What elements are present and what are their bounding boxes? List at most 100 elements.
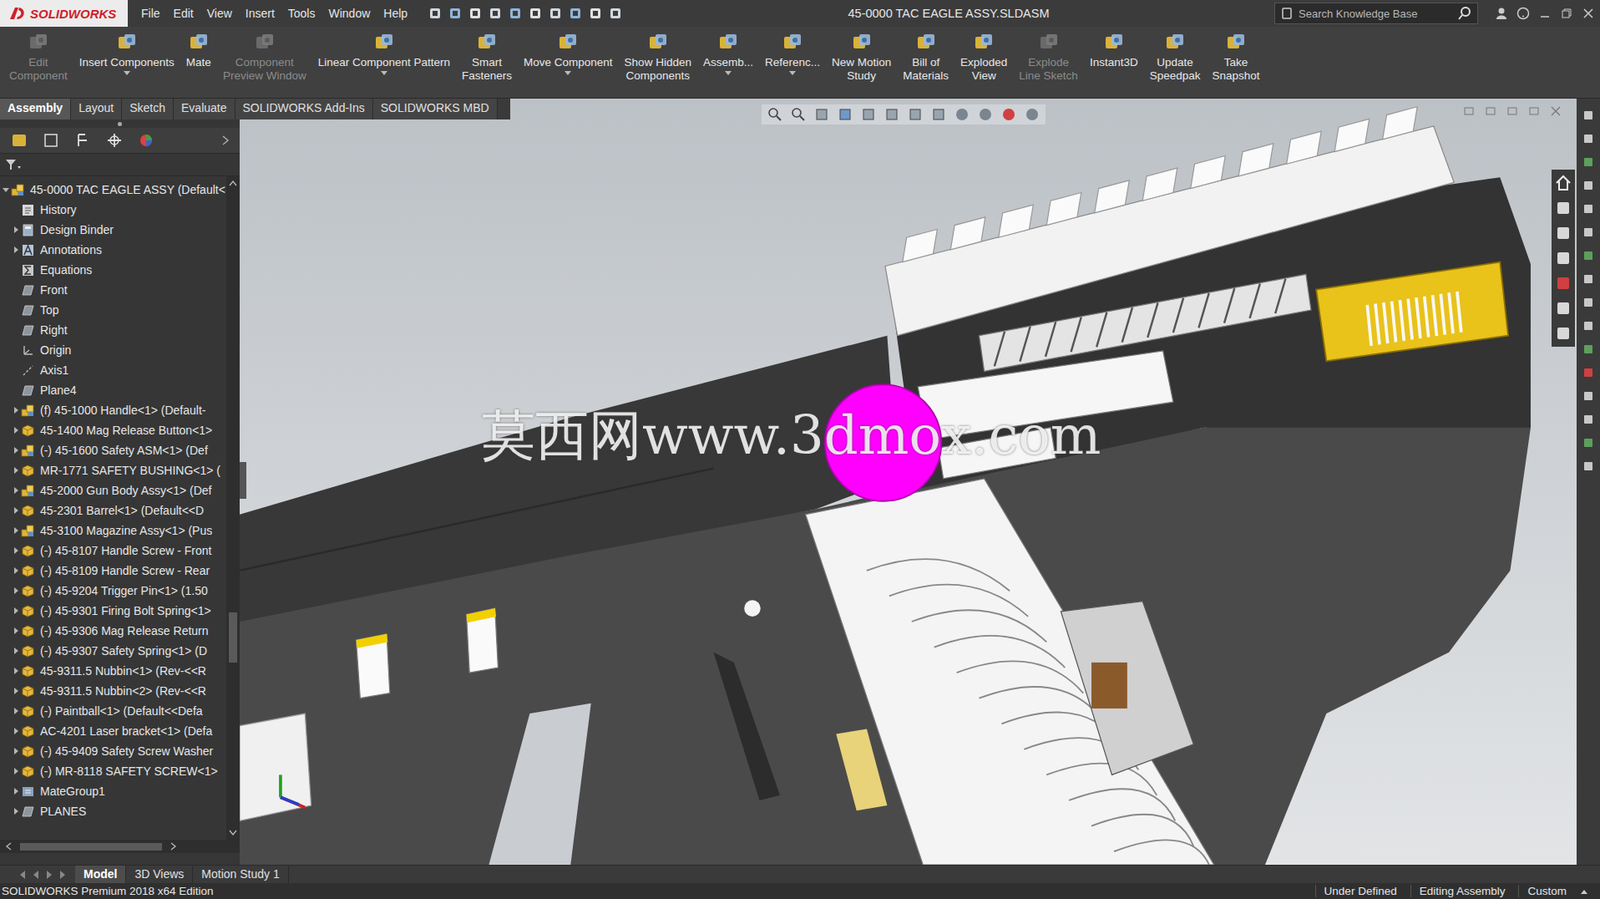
expand-arrow-icon[interactable]: [11, 586, 21, 595]
side-tool-icon[interactable]: [1581, 178, 1595, 193]
expand-arrow-icon[interactable]: [11, 806, 21, 816]
quick-access-icon[interactable]: [567, 5, 583, 21]
task-pane-icon[interactable]: [1553, 273, 1574, 294]
command-button[interactable]: Insert Components: [73, 26, 181, 98]
status-item[interactable]: Editing Assembly: [1410, 884, 1514, 897]
quick-access-icon[interactable]: [527, 5, 543, 21]
tree-item[interactable]: (-) 45-9306 Mag Release Return: [0, 620, 227, 641]
view-tool-icon[interactable]: [766, 106, 784, 123]
side-tool-icon[interactable]: [1581, 248, 1595, 263]
dimxpert-tab-icon[interactable]: [105, 131, 124, 149]
feature-tab-icon[interactable]: [10, 131, 29, 149]
tree-item[interactable]: (-) 45-8109 Handle Screw - Rear: [0, 560, 227, 581]
tree-item[interactable]: Front: [0, 279, 227, 300]
side-tool-icon[interactable]: [1581, 342, 1595, 356]
command-button[interactable]: TakeSnapshot: [1205, 26, 1266, 98]
expand-arrow-icon[interactable]: [11, 626, 21, 635]
view-tool-icon[interactable]: [977, 106, 994, 123]
task-pane-icon[interactable]: [1553, 248, 1574, 269]
side-tool-icon[interactable]: [1581, 225, 1595, 239]
viewport-control-icon[interactable]: [1506, 105, 1519, 117]
tree-item[interactable]: History: [0, 199, 227, 220]
side-tool-icon[interactable]: [1581, 459, 1595, 473]
tree-item[interactable]: PLANES: [0, 800, 227, 821]
expand-arrow-icon[interactable]: [11, 445, 21, 455]
viewport-control-icon[interactable]: [1463, 105, 1475, 117]
expand-arrow-icon[interactable]: [11, 245, 21, 254]
tab-nav-arrow-icon[interactable]: [43, 868, 56, 881]
view-tool-icon[interactable]: [813, 106, 831, 123]
tree-item[interactable]: (-) 45-9204 Trigger Pin<1> (1.50: [0, 580, 227, 601]
filter-icon[interactable]: [5, 157, 22, 172]
expand-arrow-icon[interactable]: [11, 726, 21, 735]
expand-arrow-icon[interactable]: [11, 566, 21, 575]
tree-item[interactable]: Origin: [0, 339, 227, 360]
tree-item[interactable]: Equations: [0, 259, 227, 280]
tree-item[interactable]: 45-9311.5 Nubbin<2> (Rev-<<R: [0, 680, 227, 701]
tree-item[interactable]: Annotations: [0, 239, 227, 260]
tree-item[interactable]: 45-2301 Barrel<1> (Default<<D: [0, 500, 227, 521]
tree-item[interactable]: (-) 45-1600 Safety ASM<1> (Def: [0, 440, 227, 461]
menu-item[interactable]: Window: [328, 6, 370, 21]
tree-item[interactable]: Top: [0, 299, 227, 320]
menu-item[interactable]: Help: [383, 6, 408, 21]
tree-item[interactable]: 45-1400 Mag Release Button<1>: [0, 420, 227, 441]
command-button[interactable]: Move Component: [517, 26, 619, 98]
command-button[interactable]: Referenc...: [759, 26, 826, 98]
tree-item[interactable]: Right: [0, 319, 227, 340]
menu-item[interactable]: Edit: [173, 6, 194, 21]
dropdown-arrow-icon[interactable]: [123, 70, 131, 76]
view-tool-icon[interactable]: [836, 106, 854, 123]
expand-arrow-icon[interactable]: [11, 766, 21, 775]
side-tool-icon[interactable]: [1581, 435, 1595, 450]
side-tool-icon[interactable]: [1581, 389, 1595, 403]
tree-item[interactable]: Design Binder: [0, 219, 227, 240]
tab-nav-arrow-icon[interactable]: [56, 868, 69, 881]
assembly-model[interactable]: [239, 98, 1577, 865]
expand-arrow-icon[interactable]: [11, 706, 21, 715]
dropdown-arrow-icon[interactable]: [564, 70, 572, 76]
tree-item[interactable]: (-) 45-8107 Handle Screw - Front: [0, 540, 227, 561]
expand-arrow-icon[interactable]: [11, 465, 21, 475]
viewport-control-icon[interactable]: [1528, 105, 1540, 117]
side-tool-icon[interactable]: [1581, 318, 1595, 333]
side-tool-icon[interactable]: [1581, 155, 1595, 169]
command-button[interactable]: UpdateSpeedpak: [1144, 26, 1207, 98]
menu-item[interactable]: View: [207, 6, 233, 21]
command-tab[interactable]: SOLIDWORKS MBD: [373, 98, 498, 120]
expand-arrow-icon[interactable]: [11, 526, 21, 535]
search-icon[interactable]: [1457, 5, 1473, 21]
task-pane-icon[interactable]: [1553, 197, 1574, 218]
command-button[interactable]: Instant3D: [1083, 26, 1145, 98]
scroll-up-icon[interactable]: [228, 179, 238, 187]
side-tool-icon[interactable]: [1581, 202, 1595, 216]
side-tool-icon[interactable]: [1581, 412, 1595, 426]
task-pane-icon[interactable]: [1553, 172, 1574, 193]
viewport-control-icon[interactable]: [1549, 105, 1562, 117]
side-tool-icon[interactable]: [1581, 272, 1595, 286]
tree-item[interactable]: AC-4201 Laser bracket<1> (Defa: [0, 720, 227, 741]
view-tool-icon[interactable]: [953, 106, 971, 123]
tree-item[interactable]: (-) 45-9301 Firing Bolt Spring<1>: [0, 600, 227, 621]
expand-arrow-icon[interactable]: [11, 405, 21, 415]
quick-access-icon[interactable]: [487, 5, 503, 21]
view-tool-icon[interactable]: [930, 106, 947, 123]
expand-arrow-icon[interactable]: [11, 425, 21, 435]
bottom-tab[interactable]: Model: [75, 865, 127, 883]
more-tabs-icon[interactable]: [221, 135, 230, 146]
expand-arrow-icon[interactable]: [11, 686, 21, 695]
quick-access-icon[interactable]: [547, 5, 563, 21]
scroll-left-icon[interactable]: [5, 841, 12, 851]
command-tab[interactable]: Sketch: [121, 98, 174, 120]
restore-icon[interactable]: [1559, 6, 1574, 21]
expand-arrow-icon[interactable]: [11, 606, 21, 615]
tab-nav-arrow-icon[interactable]: [16, 868, 29, 881]
panel-splitter[interactable]: [239, 461, 247, 499]
expand-arrow-icon[interactable]: [11, 786, 21, 795]
view-tool-icon[interactable]: [906, 106, 924, 123]
quick-access-icon[interactable]: [607, 5, 623, 21]
side-tool-icon[interactable]: [1581, 131, 1595, 146]
tree-item[interactable]: (f) 45-1000 Handle<1> (Default-: [0, 400, 227, 421]
task-pane-icon[interactable]: [1553, 222, 1574, 244]
tab-nav-arrow-icon[interactable]: [30, 868, 42, 881]
